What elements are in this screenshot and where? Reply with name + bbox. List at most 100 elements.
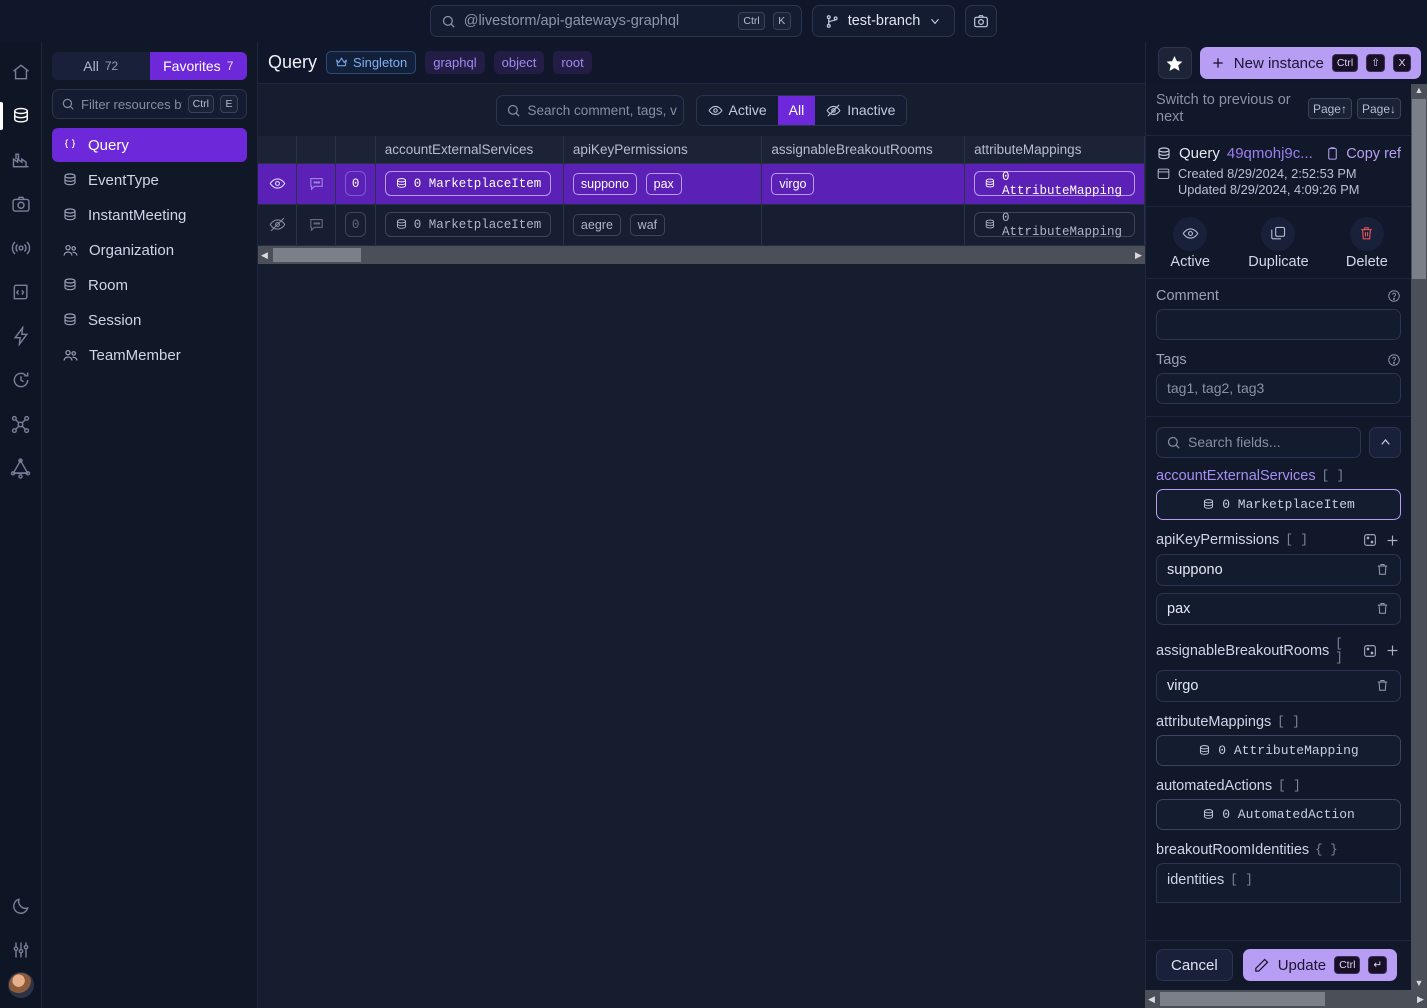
scroll-left-arrow[interactable]: ◀ xyxy=(1145,994,1158,1005)
col-apikeypermissions[interactable]: apiKeyPermissions xyxy=(563,136,763,164)
scroll-down-arrow[interactable]: ▼ xyxy=(1415,977,1424,990)
table-row[interactable]: 0 0 MarketplaceItem aegre waf 0 Attribut… xyxy=(258,204,1145,246)
kbd-page-up[interactable]: Page↑ xyxy=(1307,98,1352,120)
cancel-button[interactable]: Cancel xyxy=(1156,949,1233,981)
field-relation-button[interactable]: 0 MarketplaceItem xyxy=(1156,488,1401,520)
chip-singleton[interactable]: Singleton xyxy=(326,51,417,74)
col-assignablebreakoutrooms[interactable]: assignableBreakoutRooms xyxy=(761,136,966,164)
table-row[interactable]: 0 0 MarketplaceItem suppono pax virgo 0 … xyxy=(258,163,1145,205)
cell-attributemappings[interactable]: 0 AttributeMapping xyxy=(964,163,1145,205)
field-relation-button[interactable]: 0 AutomatedAction xyxy=(1156,798,1401,830)
col-attributemappings[interactable]: attributeMappings xyxy=(964,136,1145,164)
screenshot-button[interactable] xyxy=(965,5,998,37)
cell-comment[interactable] xyxy=(296,204,337,246)
omnisearch-input[interactable]: @livestorm/api-gateways-graphql Ctrl K xyxy=(429,5,802,37)
scroll-left-arrow[interactable]: ◀ xyxy=(258,250,271,261)
favorite-button[interactable] xyxy=(1157,47,1192,79)
rail-factory-button[interactable] xyxy=(0,138,42,182)
search-input[interactable]: Search comment, tags, v xyxy=(495,94,684,126)
chip-object[interactable]: object xyxy=(493,51,545,74)
cell-apikeypermissions[interactable]: aegre waf xyxy=(563,204,763,246)
tab-all[interactable]: All 72 xyxy=(52,52,150,80)
cell-visibility[interactable] xyxy=(258,204,298,246)
rail-broadcast-button[interactable] xyxy=(0,226,42,270)
copy-ref-button[interactable]: Copy ref xyxy=(1325,146,1401,162)
avatar[interactable] xyxy=(7,972,34,998)
cell-assignablebreakoutrooms[interactable] xyxy=(761,204,966,246)
sidebar-item-instantmeeting[interactable]: InstantMeeting xyxy=(52,198,247,232)
field-relation-button[interactable]: 0 AttributeMapping xyxy=(1156,734,1401,766)
cell-accountexternalservices[interactable]: 0 MarketplaceItem xyxy=(375,204,564,246)
entity-id[interactable]: 49qmohj9c... xyxy=(1227,145,1313,162)
cell-visibility[interactable] xyxy=(258,163,298,205)
rail-home-button[interactable] xyxy=(0,50,42,94)
scroll-thumb[interactable] xyxy=(1160,992,1325,1006)
scroll-track[interactable] xyxy=(1411,97,1427,977)
field-value-row[interactable]: virgo xyxy=(1156,669,1401,702)
filter-inactive[interactable]: Inactive xyxy=(815,95,907,125)
field-value-row[interactable]: pax xyxy=(1156,592,1401,625)
new-instance-button[interactable]: New instance Ctrl ⇧ X xyxy=(1199,47,1421,79)
relation-chip[interactable]: 0 MarketplaceItem xyxy=(384,212,552,237)
dice-icon[interactable] xyxy=(1362,532,1378,548)
cell-attachments[interactable]: 0 xyxy=(335,204,376,246)
rail-history-button[interactable] xyxy=(0,358,42,402)
fields-search-input[interactable]: Search fields... xyxy=(1156,426,1361,458)
rail-camera-button[interactable] xyxy=(0,182,42,226)
cell-accountexternalservices[interactable]: 0 MarketplaceItem xyxy=(375,163,564,205)
sidebar-item-query[interactable]: Query xyxy=(52,128,247,162)
dice-icon[interactable] xyxy=(1362,643,1378,659)
filter-active[interactable]: Active xyxy=(696,95,778,125)
table-horizontal-scrollbar[interactable]: ◀ ▶ xyxy=(258,246,1145,264)
action-active[interactable]: Active xyxy=(1146,216,1234,270)
rail-graph-button[interactable] xyxy=(0,402,42,446)
rail-database-button[interactable] xyxy=(0,94,42,138)
scroll-thumb[interactable] xyxy=(1412,99,1426,279)
comment-input[interactable] xyxy=(1156,308,1401,340)
rail-lightning-button[interactable] xyxy=(0,314,42,358)
chip-graphql[interactable]: graphql xyxy=(425,51,485,74)
cell-comment[interactable] xyxy=(296,163,337,205)
filter-resources-input[interactable]: Filter resources by Ctrl E xyxy=(52,89,247,119)
cell-assignablebreakoutrooms[interactable]: virgo xyxy=(761,163,966,205)
cell-attributemappings[interactable]: 0 AttributeMapping xyxy=(964,204,1145,246)
scroll-up-arrow[interactable]: ▲ xyxy=(1415,84,1424,97)
scroll-track[interactable] xyxy=(1158,990,1414,1008)
relation-chip[interactable]: 0 AttributeMapping xyxy=(974,170,1135,198)
add-item-icon[interactable] xyxy=(1384,642,1401,659)
add-item-icon[interactable] xyxy=(1384,532,1401,549)
rail-settings-button[interactable] xyxy=(0,928,42,972)
sidebar-item-organization[interactable]: Organization xyxy=(52,233,247,267)
col-accountexternalservices[interactable]: accountExternalServices xyxy=(375,136,564,164)
help-icon[interactable] xyxy=(1387,289,1401,303)
trash-icon[interactable] xyxy=(1375,678,1390,693)
detail-horizontal-scrollbar[interactable]: ◀ ▶ xyxy=(1145,990,1427,1008)
scroll-right-arrow[interactable]: ▶ xyxy=(1414,994,1427,1005)
filter-all[interactable]: All xyxy=(777,95,816,125)
sidebar-item-teammember[interactable]: TeamMember xyxy=(52,338,247,372)
trash-icon[interactable] xyxy=(1375,562,1390,577)
cell-apikeypermissions[interactable]: suppono pax xyxy=(563,163,763,205)
tags-input[interactable]: tag1, tag2, tag3 xyxy=(1156,372,1401,404)
scroll-right-arrow[interactable]: ▶ xyxy=(1132,250,1145,261)
trash-icon[interactable] xyxy=(1375,601,1390,616)
help-icon[interactable] xyxy=(1387,353,1401,367)
detail-vertical-scrollbar[interactable]: ▲ ▼ xyxy=(1411,84,1427,990)
tab-favorites[interactable]: Favorites 7 xyxy=(149,52,247,80)
rail-theme-button[interactable] xyxy=(0,884,42,928)
scroll-track[interactable] xyxy=(271,246,1132,264)
action-delete[interactable]: Delete xyxy=(1323,216,1411,270)
sidebar-item-room[interactable]: Room xyxy=(52,268,247,302)
scroll-thumb[interactable] xyxy=(273,248,361,262)
rail-code-button[interactable] xyxy=(0,270,42,314)
rail-graphql-button[interactable] xyxy=(0,446,42,490)
branch-selector[interactable]: test-branch xyxy=(811,5,956,37)
relation-chip[interactable]: 0 MarketplaceItem xyxy=(384,171,552,196)
chip-root[interactable]: root xyxy=(553,51,592,74)
kbd-page-down[interactable]: Page↓ xyxy=(1356,98,1401,120)
cell-attachments[interactable]: 0 xyxy=(335,163,376,205)
relation-chip[interactable]: 0 AttributeMapping xyxy=(974,211,1135,239)
collapse-fields-button[interactable] xyxy=(1369,426,1401,458)
action-duplicate[interactable]: Duplicate xyxy=(1234,216,1322,270)
update-button[interactable]: Update Ctrl ↵ xyxy=(1242,949,1398,981)
